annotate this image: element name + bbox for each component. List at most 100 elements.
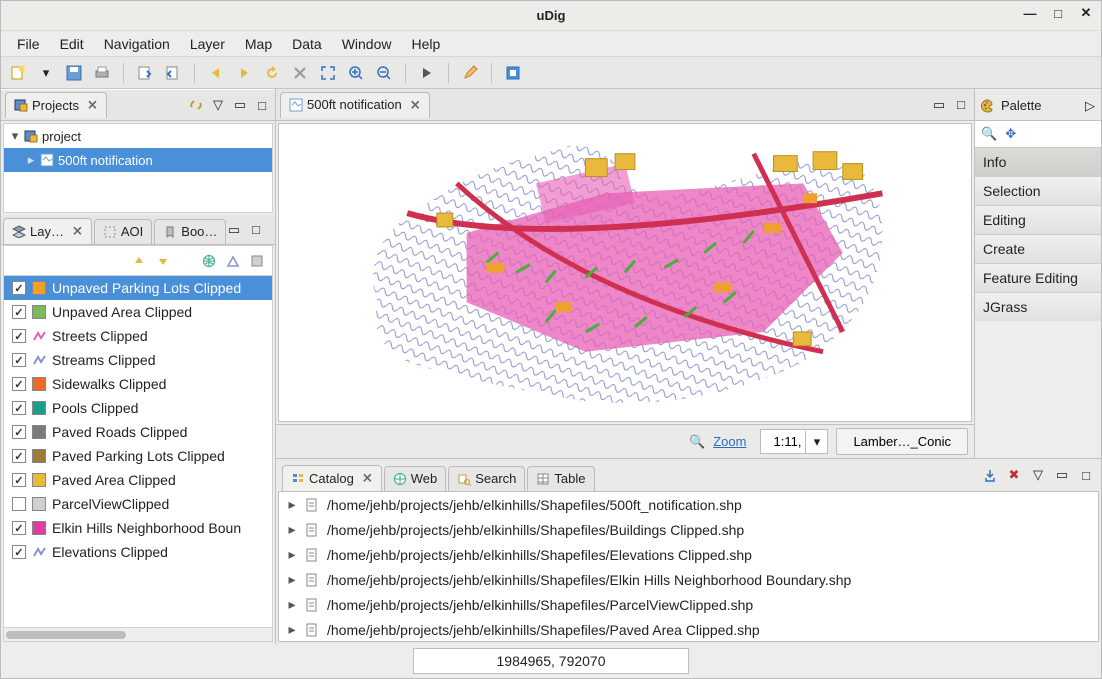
palette-cat-feature-editing[interactable]: Feature Editing <box>975 263 1101 292</box>
menu-navigation[interactable]: Navigation <box>94 32 180 56</box>
layer-row[interactable]: Paved Parking Lots Clipped <box>4 444 272 468</box>
maximize-button[interactable]: □ <box>1051 6 1065 20</box>
catalog-row[interactable]: ▸/home/jehb/projects/jehb/elkinhills/Sha… <box>279 592 1098 617</box>
layer-row[interactable]: Unpaved Parking Lots Clipped <box>4 276 272 300</box>
palette-header[interactable]: Palette ▷ <box>975 91 1101 121</box>
layer-checkbox[interactable] <box>12 353 26 367</box>
zoom-in-button[interactable] <box>345 62 367 84</box>
menu-edit[interactable]: Edit <box>50 32 94 56</box>
expand-icon[interactable]: ▸ <box>287 546 297 563</box>
edit-tool-button[interactable] <box>459 62 481 84</box>
palette-cat-editing[interactable]: Editing <box>975 205 1101 234</box>
layer-row[interactable]: Pools Clipped <box>4 396 272 420</box>
horizontal-scrollbar[interactable] <box>3 628 273 642</box>
nav-forward-button[interactable] <box>233 62 255 84</box>
catalog-row[interactable]: ▸/home/jehb/projects/jehb/elkinhills/Sha… <box>279 617 1098 642</box>
layer-checkbox[interactable] <box>12 401 26 415</box>
palette-cat-selection[interactable]: Selection <box>975 176 1101 205</box>
layer-checkbox[interactable] <box>12 497 26 511</box>
zoom-out-button[interactable] <box>373 62 395 84</box>
menu-help[interactable]: Help <box>401 32 450 56</box>
zoom-extent-button[interactable] <box>317 62 339 84</box>
project-root-row[interactable]: ▾ project <box>4 124 272 148</box>
layer-row[interactable]: Elkin Hills Neighborhood Boun <box>4 516 272 540</box>
remove-icon[interactable]: ✖ <box>1007 468 1021 482</box>
view-menu-icon[interactable]: ▽ <box>211 98 225 112</box>
layer-checkbox[interactable] <box>12 305 26 319</box>
scale-input[interactable] <box>761 430 805 453</box>
layers-list[interactable]: Unpaved Parking Lots ClippedUnpaved Area… <box>3 275 273 628</box>
scrollbar-thumb[interactable] <box>6 631 126 639</box>
projects-tab[interactable]: Projects ⨯ <box>5 92 107 118</box>
catalog-row[interactable]: ▸/home/jehb/projects/jehb/elkinhills/Sha… <box>279 492 1098 517</box>
tab-catalog[interactable]: Catalog ⨯ <box>282 465 382 491</box>
layer-checkbox[interactable] <box>12 425 26 439</box>
layer-checkbox[interactable] <box>12 449 26 463</box>
palette-cat-info[interactable]: Info <box>975 147 1101 176</box>
project-item-row[interactable]: ▸ 500ft notification <box>4 148 272 172</box>
menu-map[interactable]: Map <box>235 32 282 56</box>
minimize-view-icon[interactable]: ▭ <box>1055 468 1069 482</box>
scale-dropdown[interactable]: ▾ <box>805 431 827 453</box>
maximize-view-icon[interactable]: □ <box>249 223 263 237</box>
close-icon[interactable]: ⨯ <box>87 97 98 113</box>
layer-checkbox[interactable] <box>12 545 26 559</box>
catalog-row[interactable]: ▸/home/jehb/projects/jehb/elkinhills/Sha… <box>279 567 1098 592</box>
layer-row[interactable]: Paved Roads Clipped <box>4 420 272 444</box>
import-icon[interactable] <box>983 468 997 482</box>
tab-search[interactable]: Search <box>448 466 525 491</box>
layer-row[interactable]: ParcelViewClipped <box>4 492 272 516</box>
layer-checkbox[interactable] <box>12 329 26 343</box>
maximize-view-icon[interactable]: □ <box>954 98 968 112</box>
tab-aoi[interactable]: AOI <box>94 219 152 244</box>
layer-down-icon[interactable] <box>156 254 170 268</box>
maximize-view-icon[interactable]: □ <box>255 98 269 112</box>
layer-up-icon[interactable] <box>132 254 146 268</box>
layer-row[interactable]: Paved Area Clipped <box>4 468 272 492</box>
nav-refresh-button[interactable] <box>261 62 283 84</box>
palette-cat-create[interactable]: Create <box>975 234 1101 263</box>
print-button[interactable] <box>91 62 113 84</box>
tab-table[interactable]: Table <box>527 466 594 491</box>
expand-icon[interactable]: ▸ <box>287 596 297 613</box>
close-icon[interactable]: ⨯ <box>72 223 83 239</box>
palette-collapse-icon[interactable]: ▷ <box>1085 98 1095 114</box>
layer-mylar-icon[interactable] <box>226 254 240 268</box>
expand-icon[interactable]: ▸ <box>287 496 297 513</box>
minimize-view-icon[interactable]: ▭ <box>227 223 241 237</box>
layer-checkbox[interactable] <box>12 377 26 391</box>
nav-back-button[interactable] <box>205 62 227 84</box>
menu-file[interactable]: File <box>7 32 50 56</box>
link-icon[interactable] <box>189 98 203 112</box>
layer-checkbox[interactable] <box>12 521 26 535</box>
commit-button[interactable] <box>134 62 156 84</box>
menu-data[interactable]: Data <box>282 32 332 56</box>
layer-row[interactable]: Sidewalks Clipped <box>4 372 272 396</box>
layer-checkbox[interactable] <box>12 281 26 295</box>
minimize-button[interactable]: — <box>1023 6 1037 20</box>
map-editor-tab[interactable]: 500ft notification ⨯ <box>280 92 430 118</box>
menu-layer[interactable]: Layer <box>180 32 235 56</box>
map-canvas[interactable] <box>278 123 972 422</box>
catalog-row[interactable]: ▸/home/jehb/projects/jehb/elkinhills/Sha… <box>279 542 1098 567</box>
rollback-button[interactable] <box>162 62 184 84</box>
layer-row[interactable]: Unpaved Area Clipped <box>4 300 272 324</box>
minimize-view-icon[interactable]: ▭ <box>932 98 946 112</box>
layer-globe-icon[interactable] <box>202 254 216 268</box>
expand-icon[interactable]: ▾ <box>10 128 20 144</box>
close-button[interactable]: ✕ <box>1079 6 1093 20</box>
layer-checkbox[interactable] <box>12 473 26 487</box>
search-icon[interactable]: 🔍 <box>981 126 997 142</box>
view-menu-icon[interactable]: ▽ <box>1031 468 1045 482</box>
layer-style-icon[interactable] <box>250 254 264 268</box>
close-icon[interactable]: ⨯ <box>410 97 421 113</box>
new-wizard-button[interactable] <box>7 62 29 84</box>
expand-icon[interactable]: ▸ <box>26 152 36 168</box>
expand-icon[interactable]: ▸ <box>287 621 297 638</box>
close-icon[interactable]: ⨯ <box>362 470 373 486</box>
layer-row[interactable]: Elevations Clipped <box>4 540 272 564</box>
menu-window[interactable]: Window <box>332 32 402 56</box>
expand-icon[interactable]: ▸ <box>287 521 297 538</box>
new-dropdown-button[interactable]: ▾ <box>35 62 57 84</box>
maximize-view-icon[interactable]: □ <box>1079 468 1093 482</box>
